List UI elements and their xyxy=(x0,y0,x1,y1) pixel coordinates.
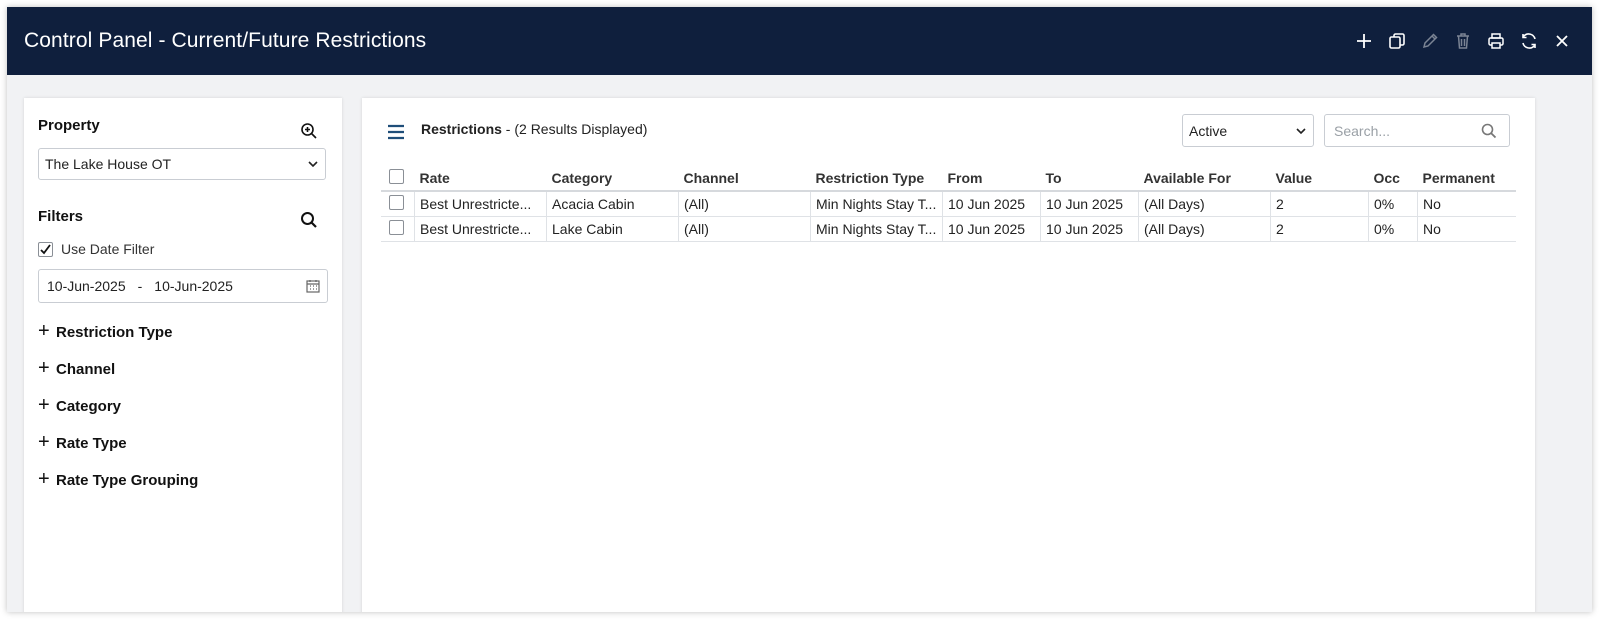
cell-category: Lake Cabin xyxy=(546,216,679,242)
use-date-filter-checkbox[interactable] xyxy=(38,241,53,257)
filter-panel: Property The Lake House OT Filters Use D… xyxy=(24,98,342,612)
cell-available-for: (All Days) xyxy=(1138,191,1271,217)
status-select[interactable]: Active xyxy=(1182,114,1314,147)
results-heading: Restrictions - (2 Results Displayed) xyxy=(421,121,647,137)
search-icon[interactable] xyxy=(300,211,318,229)
window-title: Control Panel - Current/Future Restricti… xyxy=(24,29,427,52)
column-header-to[interactable]: To xyxy=(1040,165,1139,192)
table-row[interactable]: Best Unrestricte... Acacia Cabin (All) M… xyxy=(381,191,1516,217)
checkmark-icon xyxy=(40,243,51,254)
use-date-filter-label: Use Date Filter xyxy=(61,241,155,257)
column-header-from[interactable]: From xyxy=(942,165,1041,192)
cell-from: 10 Jun 2025 xyxy=(942,191,1041,217)
status-select-value: Active xyxy=(1189,122,1228,139)
close-icon[interactable] xyxy=(1551,30,1573,52)
print-icon[interactable] xyxy=(1485,30,1507,52)
plus-icon: + xyxy=(38,431,50,453)
table-header-row: Rate Category Channel Restriction Type F… xyxy=(381,165,1516,192)
expander-rate-type-grouping[interactable]: + Rate Type Grouping xyxy=(38,468,199,490)
column-header-restriction-type[interactable]: Restriction Type xyxy=(810,165,943,192)
row-select-cell xyxy=(381,216,415,242)
expander-category[interactable]: + Category xyxy=(38,394,122,416)
date-to: 10-Jun-2025 xyxy=(154,278,233,294)
table-row[interactable]: Best Unrestricte... Lake Cabin (All) Min… xyxy=(381,216,1516,242)
property-select[interactable]: The Lake House OT xyxy=(38,148,326,180)
cell-occ: 0% xyxy=(1368,216,1418,242)
cell-restriction-type: Min Nights Stay T... xyxy=(810,216,943,242)
cell-to: 10 Jun 2025 xyxy=(1040,216,1139,242)
expander-restriction-type[interactable]: + Restriction Type xyxy=(38,320,173,342)
cell-channel: (All) xyxy=(678,216,811,242)
search-input[interactable] xyxy=(1332,121,1476,140)
search-field xyxy=(1324,114,1510,147)
property-select-value: The Lake House OT xyxy=(45,156,172,172)
plus-icon: + xyxy=(38,320,50,342)
cell-permanent: No xyxy=(1417,216,1516,242)
cell-available-for: (All Days) xyxy=(1138,216,1271,242)
expander-rate-type[interactable]: + Rate Type xyxy=(38,431,127,453)
column-header-available-for[interactable]: Available For xyxy=(1138,165,1271,192)
expander-label: Rate Type xyxy=(56,434,127,452)
menu-icon[interactable] xyxy=(386,123,406,141)
cell-occ: 0% xyxy=(1368,191,1418,217)
delete-icon[interactable] xyxy=(1452,30,1474,52)
chevron-down-icon xyxy=(1296,128,1306,135)
filters-label: Filters xyxy=(38,208,84,225)
column-header-category[interactable]: Category xyxy=(546,165,679,192)
use-date-filter-row: Use Date Filter xyxy=(38,241,154,257)
column-header-rate[interactable]: Rate xyxy=(414,165,547,192)
select-all-cell xyxy=(381,165,415,192)
cell-channel: (All) xyxy=(678,191,811,217)
results-count: - (2 Results Displayed) xyxy=(501,121,648,137)
cell-category: Acacia Cabin xyxy=(546,191,679,217)
expander-label: Restriction Type xyxy=(56,323,173,341)
results-panel: Restrictions - (2 Results Displayed) Act… xyxy=(362,98,1535,612)
cell-rate: Best Unrestricte... xyxy=(414,191,547,217)
search-icon[interactable] xyxy=(1481,123,1497,139)
expander-channel[interactable]: + Channel xyxy=(38,357,116,379)
row-select-cell xyxy=(381,191,415,217)
cell-from: 10 Jun 2025 xyxy=(942,216,1041,242)
row-checkbox[interactable] xyxy=(389,220,404,235)
select-all-checkbox[interactable] xyxy=(389,168,404,184)
plus-icon: + xyxy=(38,357,50,379)
cell-restriction-type: Min Nights Stay T... xyxy=(810,191,943,217)
calendar-icon[interactable] xyxy=(305,278,321,294)
copy-icon[interactable] xyxy=(1386,30,1408,52)
cell-permanent: No xyxy=(1417,191,1516,217)
dialog-window: Control Panel - Current/Future Restricti… xyxy=(7,7,1592,612)
expander-label: Category xyxy=(56,397,122,415)
add-icon[interactable] xyxy=(1353,30,1375,52)
plus-icon: + xyxy=(38,468,50,490)
chevron-down-icon xyxy=(308,161,318,168)
restrictions-table: Rate Category Channel Restriction Type F… xyxy=(381,165,1516,242)
column-header-occ[interactable]: Occ xyxy=(1368,165,1418,192)
cell-value: 2 xyxy=(1270,216,1369,242)
cell-value: 2 xyxy=(1270,191,1369,217)
results-title: Restrictions xyxy=(421,121,502,137)
column-header-channel[interactable]: Channel xyxy=(678,165,811,192)
date-separator: - xyxy=(137,278,143,294)
expander-label: Channel xyxy=(56,360,116,378)
edit-icon[interactable] xyxy=(1419,30,1441,52)
date-range-input[interactable]: 10-Jun-2025 - 10-Jun-2025 xyxy=(38,269,328,303)
property-label: Property xyxy=(38,117,100,134)
column-header-value[interactable]: Value xyxy=(1270,165,1369,192)
plus-icon: + xyxy=(38,394,50,416)
cell-rate: Best Unrestricte... xyxy=(414,216,547,242)
date-from: 10-Jun-2025 xyxy=(47,278,126,294)
cell-to: 10 Jun 2025 xyxy=(1040,191,1139,217)
zoom-in-icon[interactable] xyxy=(300,122,318,140)
refresh-icon[interactable] xyxy=(1518,30,1540,52)
toolbar xyxy=(1353,7,1573,75)
column-header-permanent[interactable]: Permanent xyxy=(1417,165,1516,192)
expander-label: Rate Type Grouping xyxy=(56,471,199,489)
row-checkbox[interactable] xyxy=(389,195,404,210)
title-bar: Control Panel - Current/Future Restricti… xyxy=(7,7,1592,75)
